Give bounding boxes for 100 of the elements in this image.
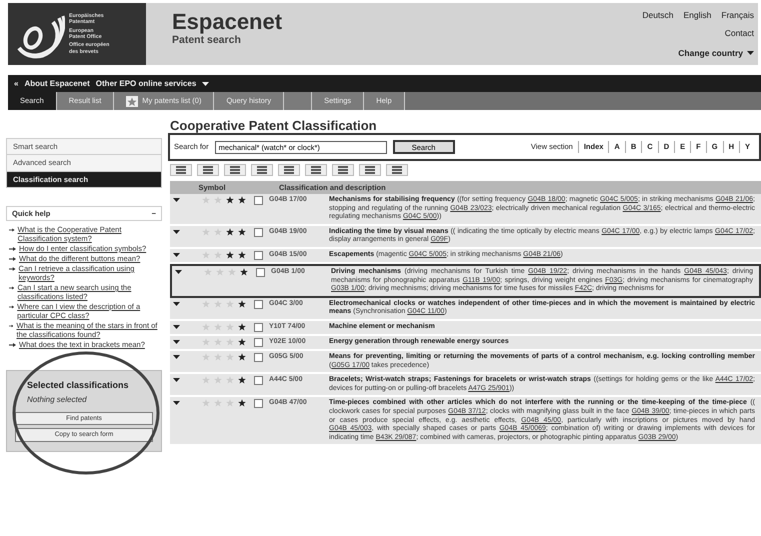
caret-icon [202, 82, 210, 86]
empty-message: Nothing selected [26, 394, 88, 406]
expand-caret-icon [173, 378, 180, 382]
star-icon [238, 300, 246, 308]
checkbox[interactable] [254, 338, 263, 347]
language-link[interactable]: Français [721, 10, 754, 20]
expand-caret-icon [173, 252, 180, 257]
star-icon [238, 352, 246, 361]
tool-button[interactable] [224, 164, 246, 176]
checkbox[interactable] [254, 196, 263, 205]
list-icon [256, 165, 268, 175]
expand-caret-icon [173, 324, 180, 329]
star-icon [214, 196, 222, 204]
contact-link[interactable]: Contact [724, 28, 754, 38]
checkbox[interactable] [254, 399, 263, 408]
star-icon [226, 250, 234, 259]
star-icon [214, 250, 222, 259]
star-icon [226, 228, 234, 236]
star-icon [214, 338, 222, 346]
star-icon [240, 268, 248, 276]
star-icon [202, 300, 210, 308]
nav-link[interactable]: Other EPO online services [96, 78, 196, 90]
arrow-icon [9, 304, 14, 310]
list-icon [364, 165, 376, 175]
star-icon [238, 399, 246, 408]
star-icon [202, 196, 210, 204]
expand-caret-icon [173, 354, 180, 359]
tool-button[interactable] [386, 164, 408, 176]
list-icon [229, 165, 241, 175]
star-icon [214, 376, 222, 384]
star-icon [226, 300, 234, 308]
star-icon [238, 376, 246, 384]
caret-icon [747, 50, 754, 55]
list-icon [202, 165, 214, 175]
expand-caret-icon [173, 340, 180, 344]
arrow-icon [9, 342, 16, 348]
site-title: Espacenet [172, 11, 284, 33]
panel-title: Selected classifications [26, 379, 130, 392]
site-subtitle: Patent search [172, 34, 242, 48]
star-icon [226, 196, 234, 204]
language-link[interactable]: English [684, 10, 712, 20]
tool-button[interactable] [170, 164, 192, 176]
tool-button[interactable] [332, 164, 354, 176]
star-icon [202, 338, 210, 346]
tool-button[interactable] [197, 164, 219, 176]
star-icon [202, 376, 210, 384]
star-icon [214, 352, 222, 361]
star-icon [226, 376, 234, 384]
star-icon [214, 322, 222, 331]
list-icon [283, 165, 295, 175]
star-icon [214, 399, 222, 408]
star-icon [228, 268, 236, 276]
star-icon [202, 322, 210, 331]
arrow-icon [9, 227, 15, 233]
star-icon [226, 399, 234, 408]
star-icon [238, 228, 246, 236]
checkbox[interactable] [254, 300, 263, 309]
star-icon [226, 322, 234, 331]
star-icon [238, 338, 246, 346]
expand-caret-icon [173, 198, 180, 202]
list-icon [337, 165, 349, 175]
back-icon[interactable]: « [14, 78, 18, 90]
checkbox[interactable] [256, 268, 265, 277]
expand-caret-icon [175, 270, 182, 274]
list-icon [310, 165, 322, 175]
star-icon [202, 250, 210, 259]
star-icon [214, 228, 222, 236]
star-icon [226, 352, 234, 361]
expand-caret-icon [173, 230, 180, 234]
star-icon [226, 338, 234, 346]
checkbox[interactable] [254, 376, 263, 386]
tool-button[interactable] [278, 164, 300, 176]
arrow-icon [9, 323, 14, 329]
nav-link[interactable]: About Espacenet [24, 78, 90, 90]
star-icon [238, 196, 246, 204]
tool-button[interactable] [251, 164, 273, 176]
page-title: Cooperative Patent Classification [170, 119, 378, 133]
expand-caret-icon [173, 302, 180, 306]
checkbox[interactable] [254, 352, 263, 362]
star-icon [238, 250, 246, 259]
star-icon [202, 352, 210, 361]
star-icon [216, 268, 224, 276]
checkbox[interactable] [254, 228, 263, 237]
change-country-link[interactable]: Change country [678, 46, 743, 60]
expand-caret-icon [173, 401, 180, 406]
star-icon [126, 96, 138, 106]
checkbox[interactable] [254, 322, 263, 332]
blank-tab[interactable] [284, 92, 312, 110]
tool-button[interactable] [359, 164, 381, 176]
tool-button[interactable] [305, 164, 327, 176]
star-icon [204, 268, 212, 276]
star-icon [202, 228, 210, 236]
arrow-icon [9, 285, 14, 291]
star-icon [238, 322, 246, 331]
star-icon [202, 399, 210, 408]
list-icon [175, 165, 187, 175]
list-icon [391, 165, 403, 175]
language-link[interactable]: Deutsch [642, 10, 674, 20]
star-icon [214, 300, 222, 308]
checkbox[interactable] [254, 250, 263, 260]
